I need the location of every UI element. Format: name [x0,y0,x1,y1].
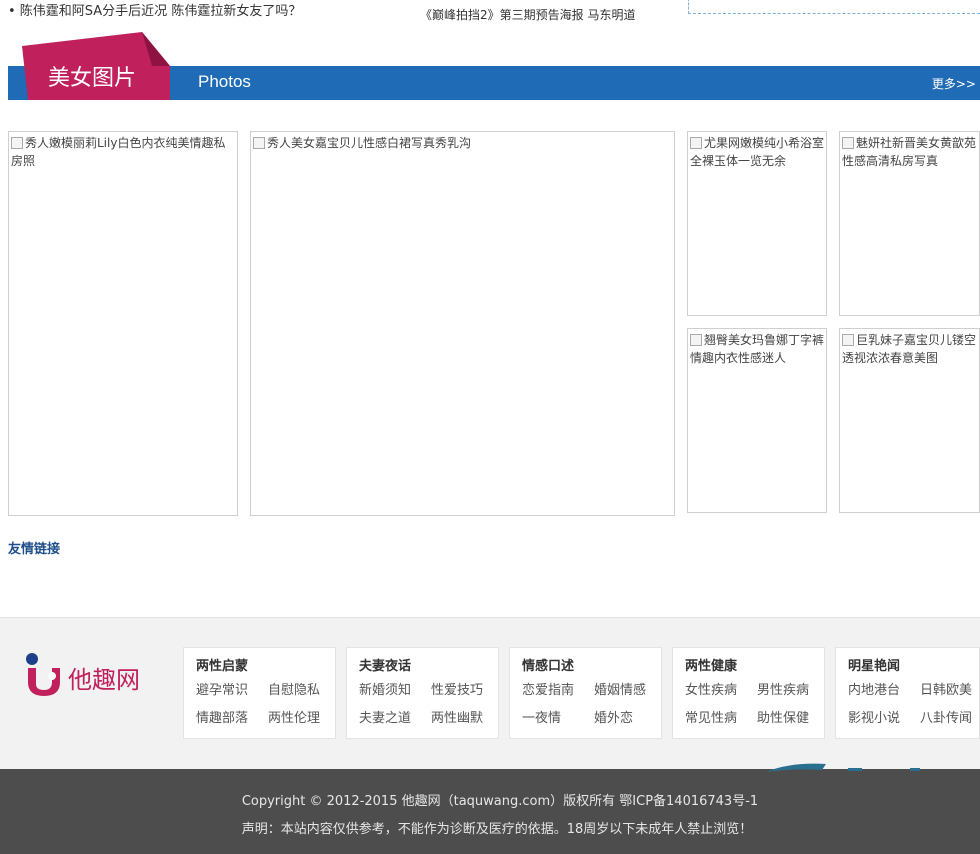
category-link[interactable]: 避孕常识 [196,679,268,698]
site-logo[interactable]: 他趣网 [22,650,148,696]
category-title: 两性健康 [685,659,738,674]
category-title: 两性启蒙 [196,659,249,674]
category-link[interactable]: 一夜情 [522,707,594,726]
photo-card-5[interactable]: 翘臀美女玛鲁娜丁字裤情趣内衣性感迷人 [687,328,827,513]
section-tab: 美女图片 [22,32,170,100]
photo-caption: 秀人嫩模丽莉Lily白色内衣纯美情趣私房照 [11,136,226,168]
category-link[interactable]: 女性疾病 [685,679,757,698]
category-link[interactable]: 助性保健 [757,707,829,726]
category-title: 情感口述 [522,659,575,674]
photo-card-4[interactable]: 魅妍社新晋美女黄歆苑性感高清私房写真 [839,131,980,316]
footer-category-4: 两性健康 女性疾病 男性疾病 常见性病 助性保健 [672,647,825,739]
broken-image-icon [11,137,23,149]
broken-image-icon [842,137,854,149]
category-link[interactable]: 婚姻情感 [594,679,666,698]
photo-caption: 秀人美女嘉宝贝儿性感白裙写真秀乳沟 [251,132,674,152]
logo-text: 他趣网 [68,666,140,694]
photo-caption: 翘臀美女玛鲁娜丁字裤情趣内衣性感迷人 [690,333,825,365]
category-link[interactable]: 男性疾病 [757,679,829,698]
category-link[interactable]: 自慰隐私 [268,679,340,698]
category-link[interactable]: 婚外恋 [594,707,666,726]
category-title: 夫妻夜话 [359,659,412,674]
footer-category-2: 夫妻夜话 新婚须知 性爱技巧 夫妻之道 两性幽默 [346,647,499,739]
section-subtitle: Photos [198,72,251,91]
logo-mark-icon [26,653,60,696]
footer-decoration [766,763,920,772]
more-link[interactable]: 更多>> [932,75,976,92]
copyright-text: Copyright © 2012-2015 他趣网（taquwang.com）版… [241,794,759,809]
category-link[interactable]: 两性幽默 [431,707,503,726]
section-title: 美女图片 [48,66,137,91]
footer-bottom-bar [0,769,980,854]
top-news-link-right[interactable]: 《巅峰拍挡2》第三期预告海报 马东明道 [420,6,635,23]
category-link[interactable]: 性爱技巧 [431,679,503,698]
category-link[interactable]: 情趣部落 [196,707,268,726]
category-link[interactable]: 夫妻之道 [359,707,431,726]
photo-card-2[interactable]: 秀人美女嘉宝贝儿性感白裙写真秀乳沟 [250,131,675,516]
friend-links-title: 友情链接 [8,542,61,557]
category-title: 明星艳闻 [848,659,901,674]
broken-image-icon [690,334,702,346]
category-link[interactable]: 内地港台 [848,679,920,698]
footer-category-1: 两性启蒙 避孕常识 自慰隐私 情趣部落 两性伦理 [183,647,336,739]
photo-caption: 魅妍社新晋美女黄歆苑性感高清私房写真 [842,136,977,168]
photo-caption: 尤果网嫩模纯小希浴室全裸玉体一览无余 [690,136,825,168]
disclaimer-text: 声明：本站内容仅供参考，不能作为诊断及医疗的依据。18周岁以下未成年人禁止浏览！ [241,822,753,837]
category-link[interactable]: 影视小说 [848,707,920,726]
category-link[interactable]: 常见性病 [685,707,757,726]
broken-image-icon [690,137,702,149]
broken-image-icon [842,334,854,346]
ad-placeholder-box [688,0,980,14]
photo-card-6[interactable]: 巨乳妹子嘉宝贝儿镂空透视浓浓春意美图 [839,328,980,513]
category-link[interactable]: 两性伦理 [268,707,340,726]
photo-card-1[interactable]: 秀人嫩模丽莉Lily白色内衣纯美情趣私房照 [8,131,238,516]
footer-category-3: 情感口述 恋爱指南 婚姻情感 一夜情 婚外恋 [509,647,662,739]
photo-caption: 巨乳妹子嘉宝贝儿镂空透视浓浓春意美图 [842,333,977,365]
category-link[interactable]: 八卦传闻 [920,707,980,726]
category-link[interactable]: 日韩欧美 [920,679,980,698]
category-link[interactable]: 新婚须知 [359,679,431,698]
top-news-link-left[interactable]: • 陈伟霆和阿SA分手后近况 陈伟霆拉新女友了吗？ [8,0,301,19]
footer-category-5: 明星艳闻 内地港台 日韩欧美 影视小说 八卦传闻 [835,647,980,739]
broken-image-icon [253,137,265,149]
photo-card-3[interactable]: 尤果网嫩模纯小希浴室全裸玉体一览无余 [687,131,827,316]
category-link[interactable]: 恋爱指南 [522,679,594,698]
